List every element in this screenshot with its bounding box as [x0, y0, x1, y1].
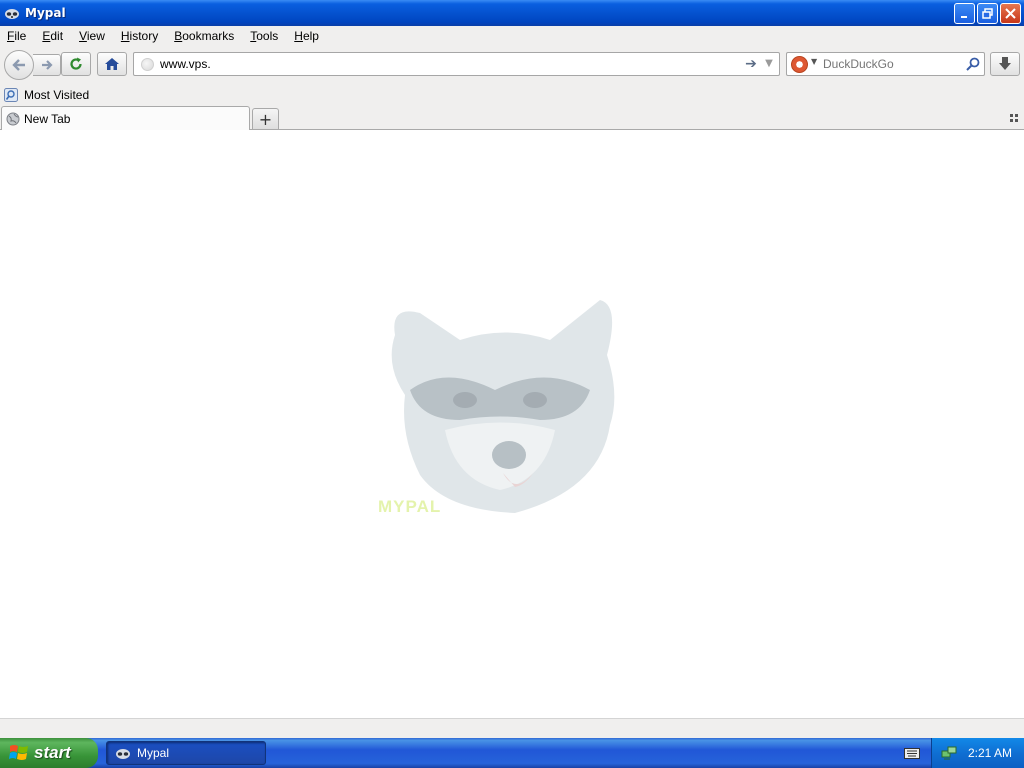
system-tray: 2:21 AM [931, 738, 1024, 768]
menu-view-mnemonic: V [79, 29, 87, 43]
back-button[interactable] [4, 50, 34, 80]
menu-bookmarks[interactable]: Bookmarks [166, 29, 242, 43]
status-bar [0, 718, 1024, 738]
minimize-icon [960, 15, 967, 18]
start-button[interactable]: start [0, 738, 98, 768]
menu-edit[interactable]: Edit [34, 29, 71, 43]
menu-view[interactable]: View [71, 29, 113, 43]
tab-strip: New Tab + [0, 106, 1024, 130]
menu-bar: File Edit View History Bookmarks Tools H… [0, 26, 1024, 46]
bookmark-most-visited[interactable]: Most Visited [4, 88, 89, 102]
menu-view-label: iew [86, 29, 105, 43]
raccoon-mascot-image [391, 300, 615, 513]
forward-button[interactable] [33, 54, 61, 76]
taskbar-item-label: Mypal [137, 746, 170, 760]
menu-help-mnemonic: H [294, 29, 303, 43]
restore-icon [982, 8, 993, 19]
restore-button[interactable] [977, 3, 998, 24]
tab-list-icon[interactable] [1008, 112, 1020, 124]
close-icon [1005, 8, 1016, 19]
bookmarks-toolbar: Most Visited [0, 84, 1024, 106]
tab-label: New Tab [24, 111, 71, 126]
go-arrow-icon[interactable]: ➔ [743, 56, 759, 72]
forward-arrow-icon [41, 60, 53, 70]
mypal-app-icon [116, 749, 130, 759]
menu-help-label: elp [302, 29, 319, 43]
new-tab-button[interactable]: + [252, 108, 279, 129]
reload-button[interactable] [61, 52, 91, 76]
site-identity-icon[interactable] [141, 58, 154, 71]
url-input[interactable] [160, 55, 720, 73]
bookmark-most-visited-label: Most Visited [24, 88, 90, 102]
menu-edit-label: dit [50, 29, 64, 43]
windows-taskbar: start Mypal 2:21 AM [0, 738, 1024, 768]
duckduckgo-engine-icon[interactable] [791, 56, 808, 73]
menu-history[interactable]: History [113, 29, 166, 43]
url-dropdown-icon[interactable]: ▼ [762, 56, 776, 72]
url-bar[interactable]: ➔ ▼ [133, 52, 780, 76]
menu-file[interactable]: File [0, 29, 34, 43]
search-bar[interactable]: ▼ [786, 52, 985, 76]
page-content[interactable]: MYPAL [0, 130, 1024, 718]
start-label: start [34, 743, 71, 762]
menu-tools-label: ools [256, 29, 279, 43]
taskbar-item-mypal[interactable]: Mypal [106, 741, 266, 765]
search-icon[interactable] [965, 56, 981, 72]
plus-icon: + [258, 109, 273, 129]
close-button[interactable] [1000, 3, 1021, 24]
engine-dropdown-icon[interactable]: ▼ [811, 57, 817, 66]
menu-bookmarks-label: ookmarks [182, 29, 235, 43]
back-arrow-icon [12, 59, 25, 71]
windows-logo-icon [9, 745, 28, 760]
mypal-wordmark: MYPAL [378, 497, 442, 516]
clock[interactable]: 2:21 AM [968, 746, 1012, 760]
keyboard-icon[interactable] [904, 746, 920, 760]
window-titlebar[interactable]: Mypal [0, 0, 1024, 26]
navigation-toolbar: ➔ ▼ ▼ [0, 46, 1024, 84]
menu-file-label: ile [14, 29, 27, 43]
menu-history-mnemonic: H [120, 29, 130, 43]
menu-tools[interactable]: Tools [242, 29, 286, 43]
search-input[interactable] [823, 56, 963, 72]
minimize-button[interactable] [954, 3, 975, 24]
reload-icon [70, 57, 82, 70]
most-visited-icon [4, 88, 18, 102]
menu-help[interactable]: Help [286, 29, 327, 43]
download-icon [999, 57, 1011, 70]
window-title: Mypal [25, 6, 66, 20]
menu-history-label: istory [129, 29, 159, 43]
tab-new-tab[interactable]: New Tab [1, 106, 250, 130]
mypal-app-icon [5, 9, 19, 19]
downloads-button[interactable] [990, 52, 1020, 76]
network-icon[interactable] [941, 745, 957, 761]
home-button[interactable] [97, 52, 127, 76]
globe-icon [6, 112, 20, 125]
home-icon [105, 58, 119, 70]
